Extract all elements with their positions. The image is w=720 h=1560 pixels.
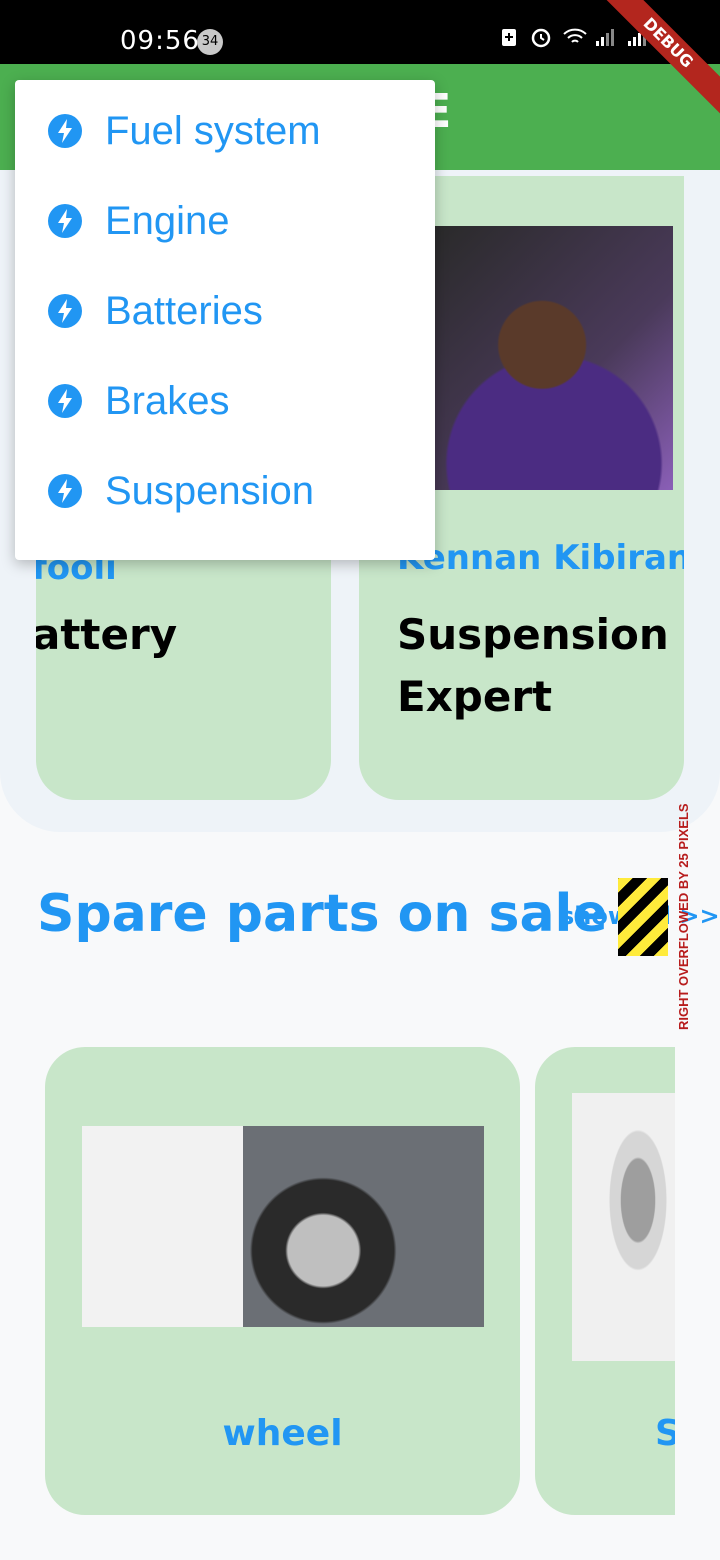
bolt-icon [48, 204, 82, 238]
spare-parts-title: Spare parts on sale [37, 884, 608, 944]
spare-part-label: S [655, 1413, 675, 1454]
menu-item-batteries[interactable]: Batteries [15, 266, 435, 356]
category-popup-menu: Fuel system Engine Batteries Brakes Susp… [15, 80, 435, 560]
expert-title: Suspension Expert [397, 610, 669, 721]
menu-item-fuel-system[interactable]: Fuel system [15, 86, 435, 176]
expert-name: Kennan Kibiran [397, 538, 684, 578]
bolt-icon [48, 294, 82, 328]
spare-part-card[interactable]: wheel [45, 1047, 520, 1515]
menu-item-label: Batteries [105, 288, 263, 333]
status-bar: 09:56 34 [0, 0, 720, 64]
menu-item-engine[interactable]: Engine [15, 176, 435, 266]
signal-icon [594, 26, 616, 48]
wifi-icon [562, 26, 587, 48]
menu-item-brakes[interactable]: Brakes [15, 356, 435, 446]
menu-item-suspension[interactable]: Suspension [15, 446, 435, 536]
bolt-icon [48, 384, 82, 418]
menu-item-label: Brakes [105, 378, 230, 423]
notification-count-badge: 34 [197, 29, 223, 55]
spark-plug-photo [572, 1093, 675, 1361]
battery-saver-icon [498, 26, 520, 48]
status-time: 09:56 [120, 26, 200, 56]
expert-title: attery [36, 610, 178, 659]
overflow-indicator [618, 878, 668, 956]
bolt-icon [48, 114, 82, 148]
expert-photo [435, 226, 673, 490]
spare-part-label: wheel [222, 1413, 343, 1454]
alarm-icon [530, 26, 552, 48]
overflow-warning: RIGHT OVERFLOWED BY 25 PIXELS [676, 803, 691, 1030]
spare-part-card[interactable]: S [535, 1047, 675, 1515]
menu-item-label: Engine [105, 198, 230, 243]
bolt-icon [48, 474, 82, 508]
menu-item-label: Fuel system [105, 108, 321, 153]
menu-item-label: Suspension [105, 468, 315, 513]
wheel-photo [82, 1126, 484, 1327]
